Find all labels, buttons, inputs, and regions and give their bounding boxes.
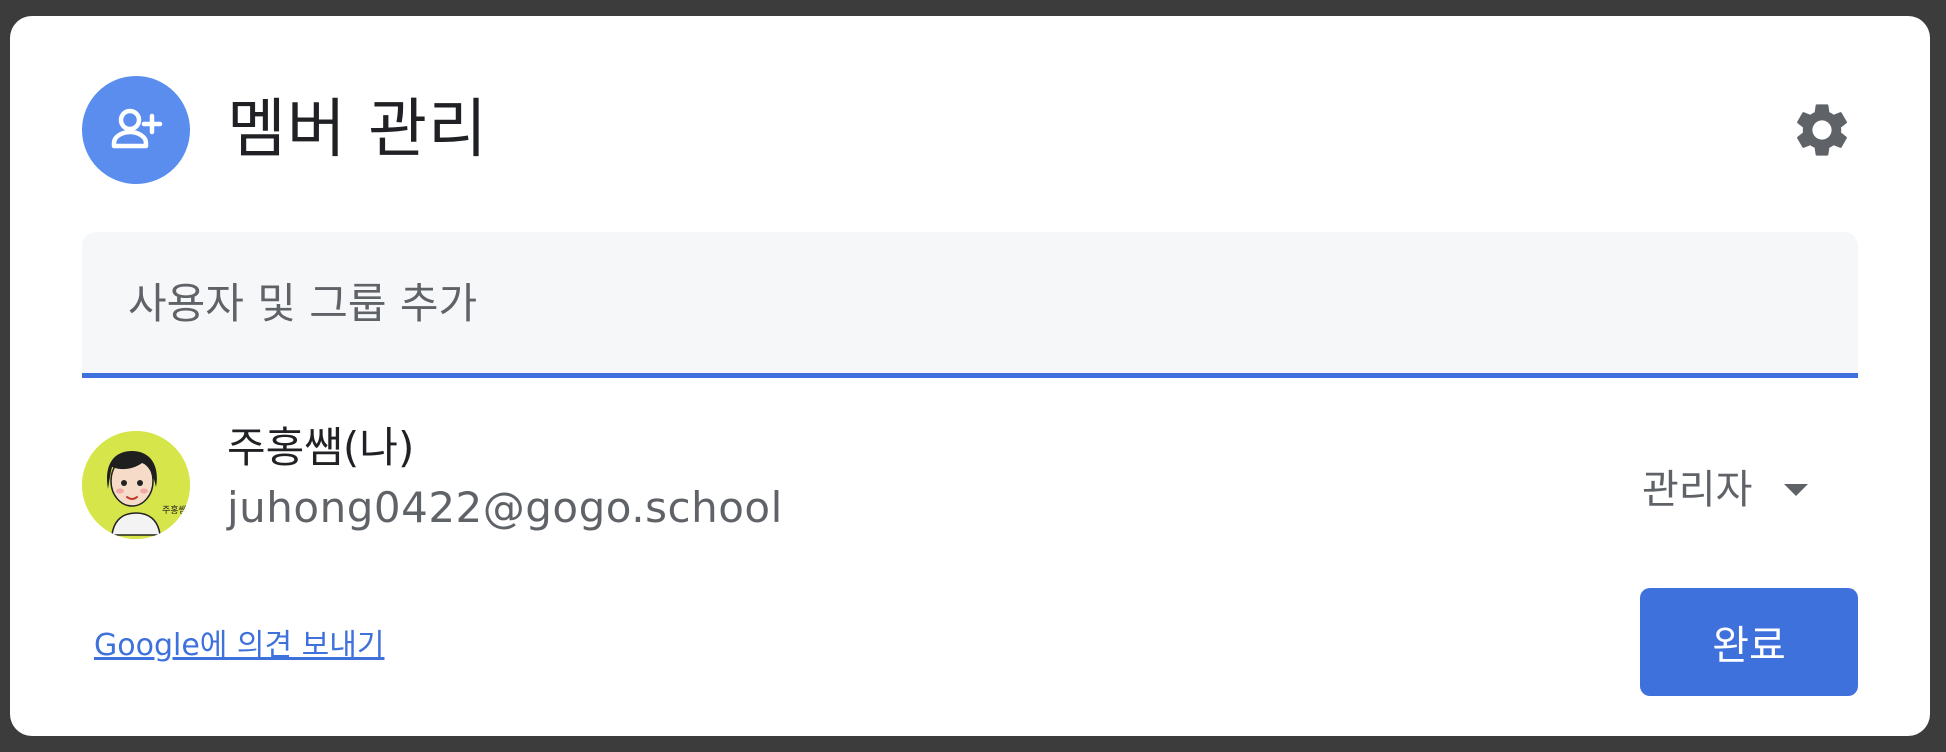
done-button[interactable]: 완료 [1640,588,1858,696]
svg-text:주홍쌤: 주홍쌤 [162,504,187,516]
dropdown-arrow-icon [1784,484,1809,496]
role-dropdown[interactable]: 관리자 [1642,462,1809,518]
gear-icon[interactable] [1790,98,1854,162]
send-feedback-link[interactable]: Google에 의견 보내기 [94,620,384,664]
member-email: juhong0422@gogo.school [227,483,783,532]
add-users-groups-input[interactable] [126,274,1810,332]
dialog-title: 멤버 관리 [227,93,488,167]
member-name: 주홍쌤(나) [227,423,415,472]
manage-members-dialog: 멤버 관리 주홍쌤 주홍쌤(나) juhong0422@gogo.school … [10,16,1930,736]
add-person-icon [82,76,190,184]
add-users-groups-field[interactable] [82,232,1858,378]
avatar: 주홍쌤 [82,431,190,539]
role-label: 관리자 [1642,467,1753,513]
